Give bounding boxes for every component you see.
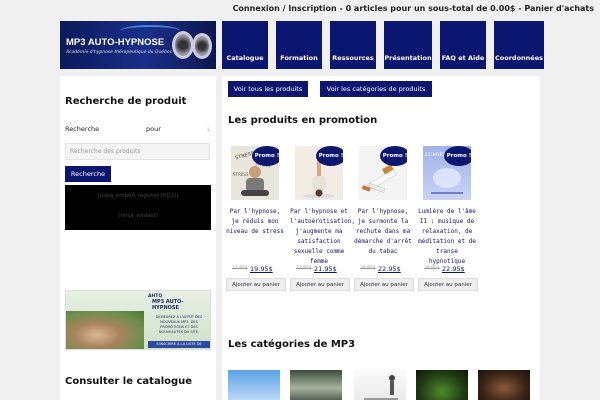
- search-input[interactable]: Recherche des produits: [65, 143, 210, 160]
- wave-decoration: [120, 25, 180, 37]
- category-image-plant[interactable]: [416, 370, 468, 400]
- promo-title: Les produits en promotion: [228, 115, 378, 126]
- widget-text: [ninja_embed]: [118, 213, 158, 219]
- add-to-cart-button[interactable]: Ajouter au panier: [226, 278, 286, 291]
- sale-price: 21.95$: [314, 265, 337, 273]
- sale-price: 19.95$: [250, 265, 273, 273]
- logo-subtitle: Académie d'hypnose thérapeutique du Québ…: [66, 50, 173, 55]
- category-image-face[interactable]: [478, 370, 530, 400]
- nav-faq[interactable]: FAQ et Aide: [440, 21, 486, 69]
- catalogue-title: Consulter le catalogue: [65, 376, 193, 387]
- newsletter-banner[interactable]: AHTQ MP3 AUTO-HYPNOSE DEMEUREZ À L'AFFÛT…: [65, 290, 211, 350]
- add-to-cart-button[interactable]: Ajouter au panier: [290, 278, 350, 291]
- promo-badge: Promo !: [380, 146, 407, 166]
- all-categories-button[interactable]: Voir les catégories de produits: [320, 81, 432, 97]
- add-to-cart-button[interactable]: Ajouter au panier: [418, 278, 478, 291]
- banner-brand: MP3 AUTO-HYPNOSE: [152, 299, 184, 311]
- promo-badge: Promo !: [252, 146, 279, 166]
- nav-catalogue[interactable]: Catalogue: [222, 21, 268, 69]
- product-name-link[interactable]: Lumière de l'âme II : musique de relaxat…: [418, 207, 476, 267]
- promo-badge: Promo !: [444, 146, 471, 166]
- logo-title: MP3 AUTO-HYPNOSE: [66, 37, 165, 48]
- all-products-button[interactable]: Voir tous les produits: [228, 81, 308, 97]
- old-price: 21.95$: [232, 266, 248, 271]
- search-title: Recherche de produit: [65, 96, 187, 107]
- sale-price: 22.95$: [378, 265, 401, 273]
- add-to-cart-button[interactable]: Ajouter au panier: [354, 278, 414, 291]
- banner-cta[interactable]: S'INSCRIRE À LA LISTE DE DIFFUSION: [148, 341, 210, 348]
- nav-coordonnees[interactable]: Coordonnées: [494, 21, 544, 69]
- product-name-link[interactable]: Par l'hypnose et l'autoérotisation, j'au…: [290, 207, 355, 267]
- category-image-car[interactable]: [290, 370, 342, 400]
- banner-photo: [66, 311, 144, 349]
- old-price: 24.95$: [360, 266, 376, 271]
- page: Connexion / Inscription - 0 articles pou…: [0, 0, 600, 400]
- headphones-icon: [192, 33, 212, 59]
- old-price: 22.95$: [296, 266, 312, 271]
- cart-summary: 0 articles pour un sous-total de 0.00$: [345, 4, 516, 13]
- nav-presentation[interactable]: Présentation: [384, 21, 432, 69]
- sale-price: 22.95$: [442, 265, 465, 273]
- standing-person-image: [364, 375, 398, 400]
- product-image[interactable]: STRESS STRESS STRESS Promo !: [231, 146, 279, 200]
- nav-ressources[interactable]: Ressources: [330, 21, 376, 69]
- site-logo[interactable]: MP3 AUTO-HYPNOSE Académie d'hypnose thér…: [60, 21, 216, 69]
- embed-widget: [ninja_embed_register-[6][1]] [ninja_emb…: [65, 185, 211, 230]
- top-bar: Connexion / Inscription - 0 articles pou…: [233, 4, 594, 13]
- product-image[interactable]: Promo !: [295, 146, 343, 200]
- search-label-colon: :: [207, 125, 210, 133]
- main-content: Voir tous les produits Voir les catégori…: [222, 76, 540, 400]
- old-price: 24.95$: [424, 266, 440, 271]
- product-name-link[interactable]: Par l'hypnose, je surmonte la rechute da…: [354, 207, 412, 257]
- product-image[interactable]: LUMIÈRE Promo !: [423, 146, 471, 200]
- banner-text: DEMEUREZ À L'AFFÛT DES NOUVEAUX MP3, DES…: [155, 315, 203, 334]
- main-nav: Catalogue Formation Ressources Présentat…: [222, 21, 552, 69]
- login-link[interactable]: Connexion / Inscription: [233, 4, 337, 13]
- product-name-link[interactable]: Par l'hypnose, je réduis mon niveau de s…: [226, 207, 284, 237]
- separator: -: [336, 4, 346, 13]
- headphones-icon: [172, 31, 194, 59]
- nav-formation[interactable]: Formation: [276, 21, 322, 69]
- search-label: Recherche: [65, 125, 100, 133]
- search-button[interactable]: Recherche: [65, 166, 111, 182]
- promo-badge: Promo !: [316, 146, 343, 166]
- categories-title: Les catégories de MP3: [228, 339, 356, 350]
- sidebar: Recherche de produit Recherche pour : Re…: [60, 76, 216, 400]
- cart-link[interactable]: Panier d'achats: [524, 4, 594, 13]
- widget-text: [ninja_embed_register-[6][1]]: [97, 193, 179, 199]
- category-image-person[interactable]: [354, 370, 406, 400]
- product-image[interactable]: Promo !: [359, 146, 407, 200]
- search-label-for: pour: [146, 125, 161, 133]
- svg-text:STRESS: STRESS: [233, 172, 249, 177]
- category-image-sky[interactable]: [228, 370, 280, 400]
